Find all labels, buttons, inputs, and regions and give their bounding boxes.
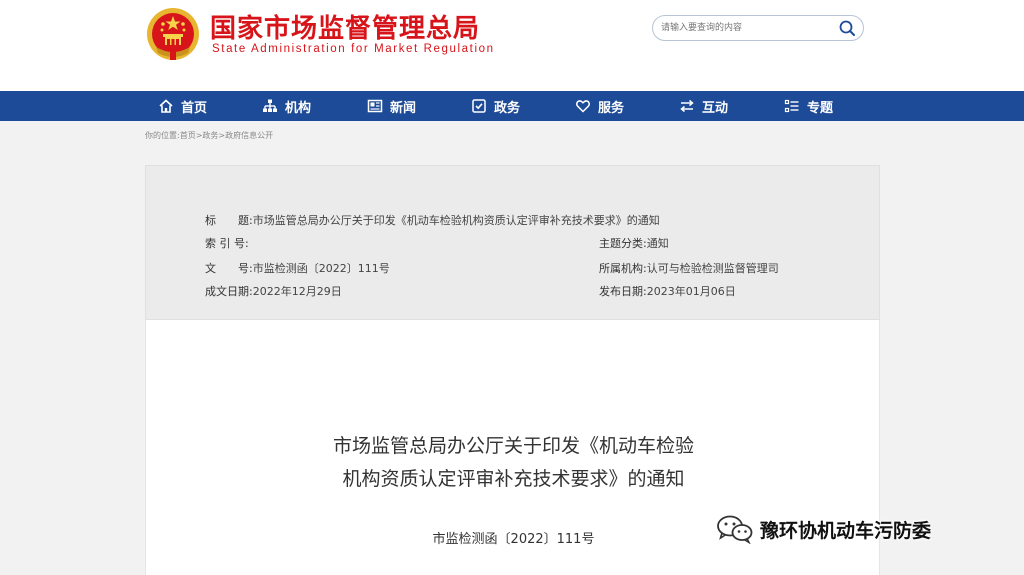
breadcrumb-home-link[interactable]: 首页 [180,131,196,140]
breadcrumb-disclosure-link[interactable]: 政府信息公开 [225,131,273,140]
nav-item-service[interactable]: 服务 [575,91,624,121]
meta-title-value: 市场监管总局办公厅关于印发《机动车检验机构资质认定评审补充技术要求》的通知 [252,214,660,227]
meta-created-row: 成文日期:2022年12月29日 [205,283,342,299]
breadcrumb-prefix: 你的位置: [145,131,180,140]
government-affairs-icon [472,99,486,113]
nav-item-government[interactable]: 政务 [471,91,520,121]
meta-published-label: 发布日期: [599,285,647,298]
meta-org-row: 所属机构:认可与检验检测监督管理司 [599,260,779,276]
nav-label: 首页 [181,100,208,116]
meta-index-row: 索 引 号: [205,235,249,251]
heart-icon [575,100,591,113]
document-title-line2: 机构资质认定评审补充技术要求》的通知 [342,468,685,490]
nav-label: 互动 [702,100,729,116]
nav-label: 服务 [598,100,625,116]
nav-label: 新闻 [390,100,417,116]
document-meta-panel: 标 题:市场监管总局办公厅关于印发《机动车检验机构资质认定评审补充技术要求》的通… [145,165,880,320]
meta-topic-label: 主题分类: [599,237,647,250]
exchange-icon [680,99,694,113]
document-title-line1: 市场监管总局办公厅关于印发《机动车检验 [332,435,694,457]
watermark-text: 豫环协机动车污防委 [760,519,932,542]
search-icon[interactable] [837,19,857,37]
meta-docno-label: 文 号: [205,262,253,275]
breadcrumb: 你的位置:首页>政务>政府信息公开 [145,130,273,141]
home-icon [159,99,173,113]
news-icon [367,99,383,113]
meta-index-label: 索 引 号: [205,237,249,250]
nav-label: 政务 [494,100,521,116]
meta-topic-row: 主题分类:通知 [599,235,669,251]
nav-label: 专题 [807,100,834,116]
nav-item-news[interactable]: 新闻 [367,91,416,121]
meta-topic-value: 通知 [646,237,669,250]
meta-published-row: 发布日期:2023年01月06日 [599,283,736,299]
meta-title-row: 标 题:市场监管总局办公厅关于印发《机动车检验机构资质认定评审补充技术要求》的通… [205,212,660,228]
meta-created-label: 成文日期: [205,285,253,298]
national-emblem-icon[interactable] [146,7,200,61]
meta-docno-row: 文 号:市监检测函〔2022〕111号 [205,260,390,276]
meta-org-label: 所属机构: [599,262,647,275]
nav-item-org[interactable]: 机构 [262,91,311,121]
topics-list-icon [784,99,799,113]
meta-created-value: 2022年12月29日 [252,285,342,298]
nav-item-interaction[interactable]: 互动 [679,91,728,121]
org-chart-icon [263,99,277,112]
site-header: 国家市场监督管理总局 State Administration for Mark… [0,0,1024,91]
site-title-cn[interactable]: 国家市场监督管理总局 [210,8,480,45]
meta-published-value: 2023年01月06日 [646,285,736,298]
meta-title-label: 标 题: [205,214,253,227]
meta-docno-value: 市监检测函〔2022〕111号 [252,262,390,275]
wechat-watermark: 豫环协机动车污防委 [716,514,931,544]
wechat-icon [717,515,753,544]
site-title-en[interactable]: State Administration for Market Regulati… [212,43,495,55]
nav-item-topics[interactable]: 专题 [784,91,833,121]
meta-org-value: 认可与检验检测监督管理司 [646,262,779,275]
search-input[interactable] [661,20,831,36]
search-box [652,15,864,41]
document-title: 市场监管总局办公厅关于印发《机动车检验 机构资质认定评审补充技术要求》的通知 [146,430,881,496]
main-nav: 首页 机构 新闻 政务 服务 互动 专题 [0,91,1024,121]
nav-item-home[interactable]: 首页 [158,91,207,121]
breadcrumb-government-link[interactable]: 政务 [202,131,218,140]
nav-label: 机构 [285,100,312,116]
